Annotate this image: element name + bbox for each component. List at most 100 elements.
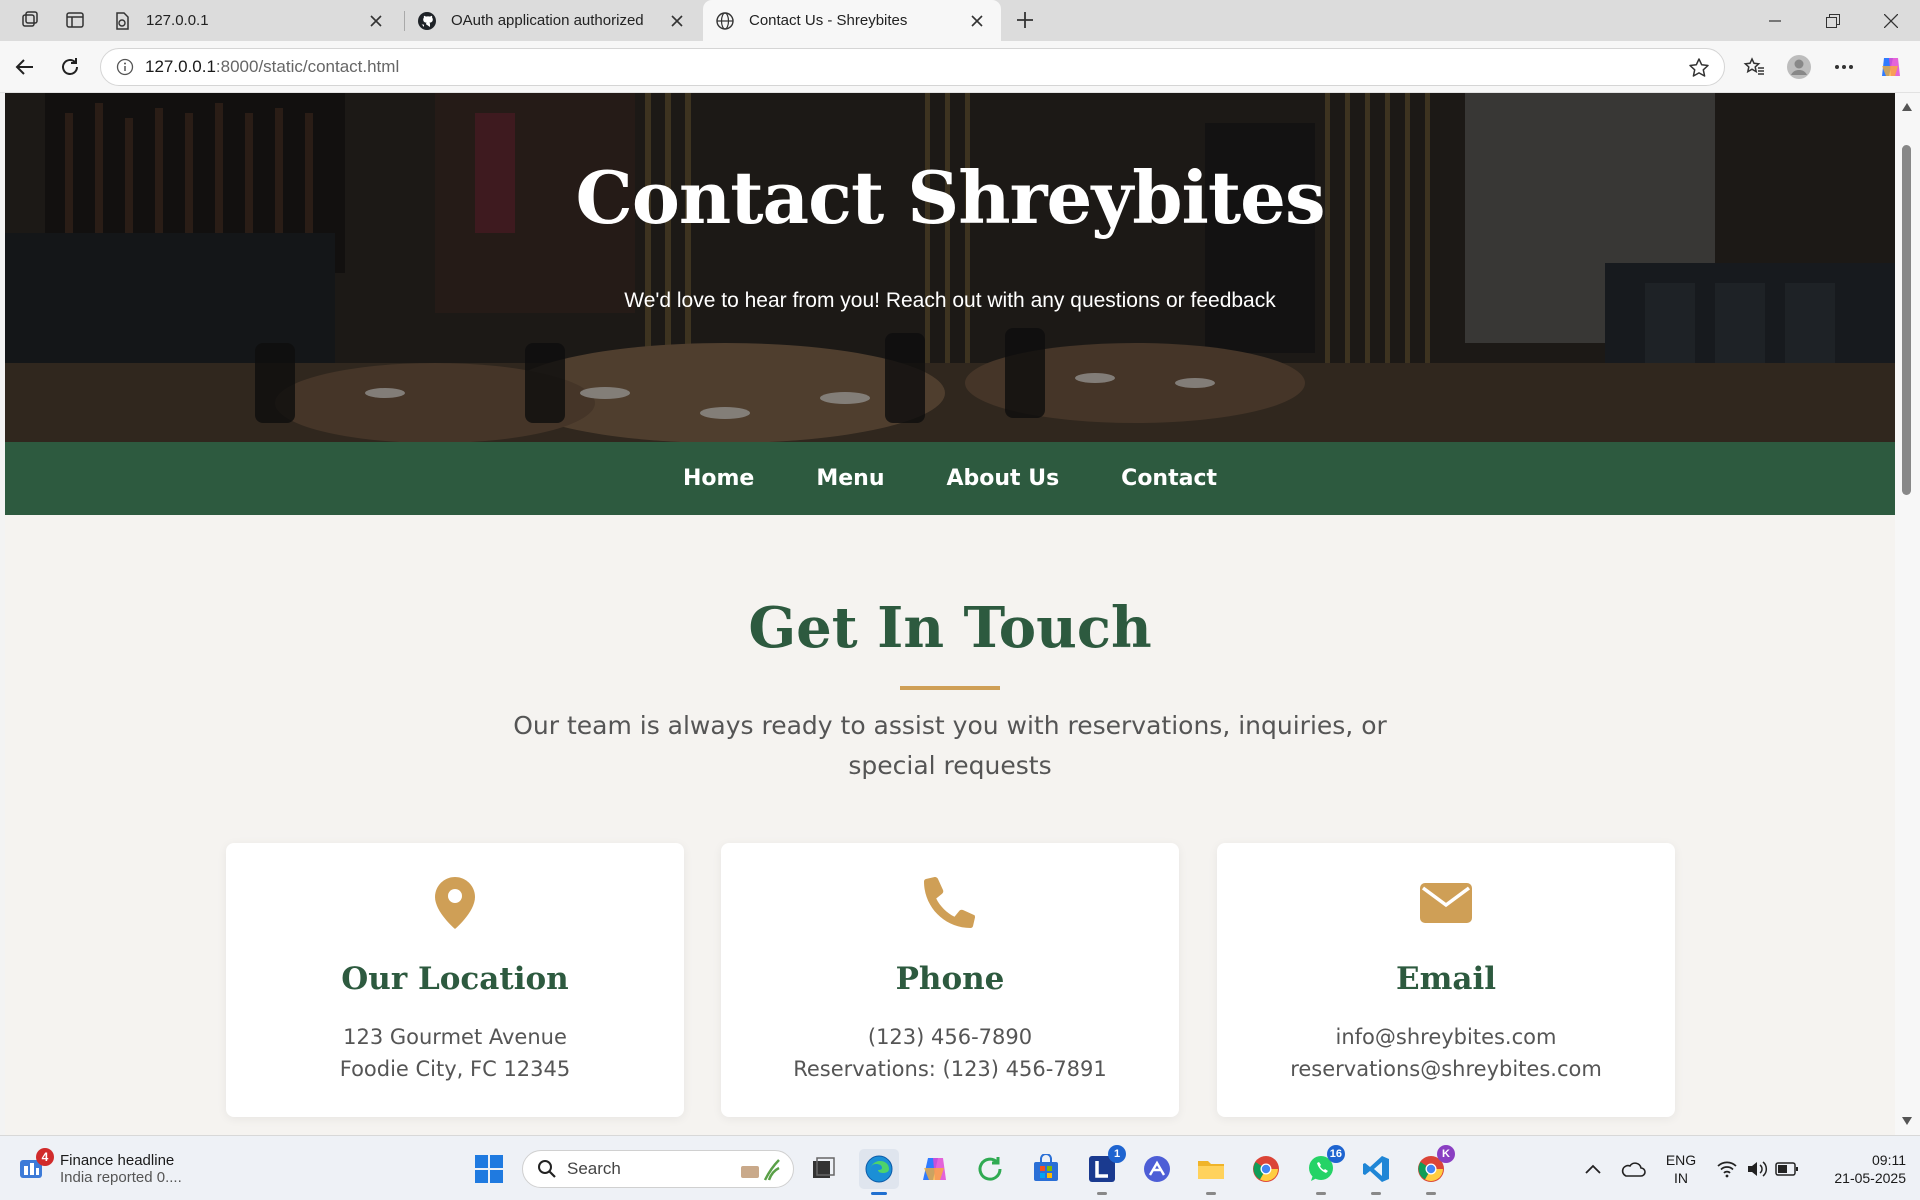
page-viewport: Contact Shreybites We'd love to hear fro… <box>5 93 1895 1135</box>
card-line: reservations@shreybites.com <box>1290 1057 1602 1081</box>
site-info-icon[interactable] <box>105 58 145 76</box>
globe-icon <box>715 11 735 31</box>
vscode-icon[interactable] <box>1356 1149 1396 1195</box>
wifi-icon[interactable] <box>1712 1149 1742 1189</box>
location-card: Our Location 123 Gourmet Avenue Foodie C… <box>226 843 684 1117</box>
onedrive-icon[interactable] <box>1613 1149 1653 1189</box>
vpn-app-icon[interactable] <box>1137 1149 1177 1189</box>
close-icon[interactable] <box>667 11 687 31</box>
chrome-icon[interactable] <box>1246 1149 1286 1189</box>
chrome-profile-icon[interactable]: K <box>1411 1145 1455 1195</box>
vertical-tabs-icon[interactable] <box>60 6 90 34</box>
profile-badge: K <box>1437 1145 1455 1163</box>
news-widget-icon: 4 <box>18 1148 54 1184</box>
scroll-down-arrow-icon[interactable] <box>1901 1115 1913 1127</box>
more-menu-icon[interactable] <box>1827 50 1861 84</box>
chevron-up-icon[interactable] <box>1573 1149 1613 1189</box>
url-text: 127.0.0.1:8000/static/contact.html <box>145 57 399 77</box>
start-button[interactable] <box>469 1149 509 1189</box>
tab-contact[interactable]: Contact Us - Shreybites <box>703 0 1001 41</box>
profile-avatar[interactable] <box>1782 50 1816 84</box>
phone-card: Phone (123) 456-7890 Reservations: (123)… <box>721 843 1179 1117</box>
restore-button[interactable] <box>1804 0 1862 41</box>
search-icon <box>537 1159 557 1179</box>
card-title: Phone <box>895 961 1005 997</box>
address-bar[interactable]: 127.0.0.1:8000/static/contact.html <box>100 48 1725 86</box>
tab-label: OAuth application authorized <box>451 12 644 29</box>
card-line: Foodie City, FC 12345 <box>339 1057 571 1081</box>
minimize-button[interactable] <box>1746 0 1804 41</box>
volume-icon[interactable] <box>1742 1149 1772 1189</box>
refresh-app-icon[interactable] <box>970 1149 1010 1189</box>
news-subtitle: India reported 0.... <box>60 1169 182 1186</box>
section-description-line2: special requests <box>848 751 1052 780</box>
card-title: Email <box>1395 961 1497 997</box>
search-placeholder: Search <box>567 1159 621 1178</box>
whatsapp-icon[interactable]: 16 <box>1301 1145 1345 1195</box>
page-title: Contact Shreybites <box>575 155 1326 240</box>
battery-icon[interactable] <box>1772 1149 1802 1189</box>
browser-toolbar: 127.0.0.1:8000/static/contact.html <box>0 41 1920 93</box>
restaurant-interior-image <box>5 93 1895 442</box>
new-tab-button[interactable] <box>1010 6 1040 34</box>
card-line: (123) 456-7890 <box>867 1025 1033 1049</box>
search-highlight-icon <box>735 1156 783 1182</box>
section-description: Our team is always ready to assist you w… <box>505 706 1395 786</box>
nav-about-us[interactable]: About Us <box>946 466 1059 491</box>
url-path: :8000/static/contact.html <box>215 57 400 76</box>
section-description-line1: Our team is always ready to assist you w… <box>513 711 1387 740</box>
card-line: info@shreybites.com <box>1335 1025 1557 1049</box>
favorites-icon[interactable] <box>1737 50 1771 84</box>
file-explorer-icon[interactable] <box>1191 1149 1231 1195</box>
clock[interactable]: 09:11 21-05-2025 <box>1810 1149 1906 1189</box>
news-title: Finance headline <box>60 1152 175 1169</box>
clock-date: 21-05-2025 <box>1834 1170 1906 1186</box>
taskbar-search[interactable]: Search <box>522 1150 794 1188</box>
tab-strip: 127.0.0.1 OAuth application authorized C… <box>0 0 1920 41</box>
news-badge: 4 <box>36 1148 54 1166</box>
favorite-star-icon[interactable] <box>1688 57 1710 84</box>
windows-taskbar: 4 Finance headline India reported 0.... … <box>0 1135 1920 1200</box>
l-app-icon[interactable]: 1 <box>1082 1145 1126 1195</box>
card-line: 123 Gourmet Avenue <box>343 1025 567 1049</box>
email-card: Email info@shreybites.com reservations@s… <box>1217 843 1675 1117</box>
scroll-up-arrow-icon[interactable] <box>1901 101 1913 113</box>
tab-oauth[interactable]: OAuth application authorized <box>405 0 701 41</box>
nav-menu[interactable]: Menu <box>816 466 884 491</box>
close-icon[interactable] <box>967 11 987 31</box>
page-scrollbar[interactable] <box>1895 93 1920 1135</box>
back-button[interactable] <box>8 50 42 84</box>
close-icon[interactable] <box>366 11 386 31</box>
hero-subtitle: We'd love to hear from you! Reach out wi… <box>624 289 1276 312</box>
card-line: Reservations: (123) 456-7891 <box>793 1057 1107 1081</box>
notification-badge: 16 <box>1326 1145 1345 1163</box>
notification-badge: 1 <box>1108 1145 1126 1163</box>
github-icon <box>417 11 437 31</box>
refresh-button[interactable] <box>53 50 87 84</box>
url-host: 127.0.0.1 <box>145 57 216 76</box>
scrollbar-thumb[interactable] <box>1902 145 1911 495</box>
nav-home[interactable]: Home <box>683 466 754 491</box>
task-view-icon[interactable] <box>803 1149 843 1189</box>
language-indicator[interactable]: ENG IN <box>1658 1149 1704 1189</box>
tab-label: 127.0.0.1 <box>146 12 209 29</box>
phone-icon <box>721 877 1179 933</box>
hero-banner: Contact Shreybites We'd love to hear fro… <box>5 93 1895 442</box>
envelope-icon <box>1217 883 1675 939</box>
clock-time: 09:11 <box>1872 1152 1906 1168</box>
copilot-taskbar-icon[interactable] <box>915 1149 955 1189</box>
tab-label: Contact Us - Shreybites <box>749 12 908 29</box>
language-code: ENG <box>1665 1152 1697 1168</box>
card-title: Our Location <box>341 961 569 997</box>
location-pin-icon <box>226 877 684 933</box>
edge-taskbar-icon[interactable] <box>859 1149 899 1195</box>
title-underline <box>900 686 1000 690</box>
tab-localhost[interactable]: 127.0.0.1 <box>100 0 400 41</box>
microsoft-store-icon[interactable] <box>1026 1149 1066 1189</box>
nav-contact[interactable]: Contact <box>1121 466 1217 491</box>
news-widget[interactable]: 4 Finance headline India reported 0.... <box>18 1146 182 1192</box>
workspaces-icon[interactable] <box>15 6 45 34</box>
document-icon <box>112 11 132 31</box>
close-window-button[interactable] <box>1862 0 1920 41</box>
copilot-icon[interactable] <box>1874 50 1908 84</box>
